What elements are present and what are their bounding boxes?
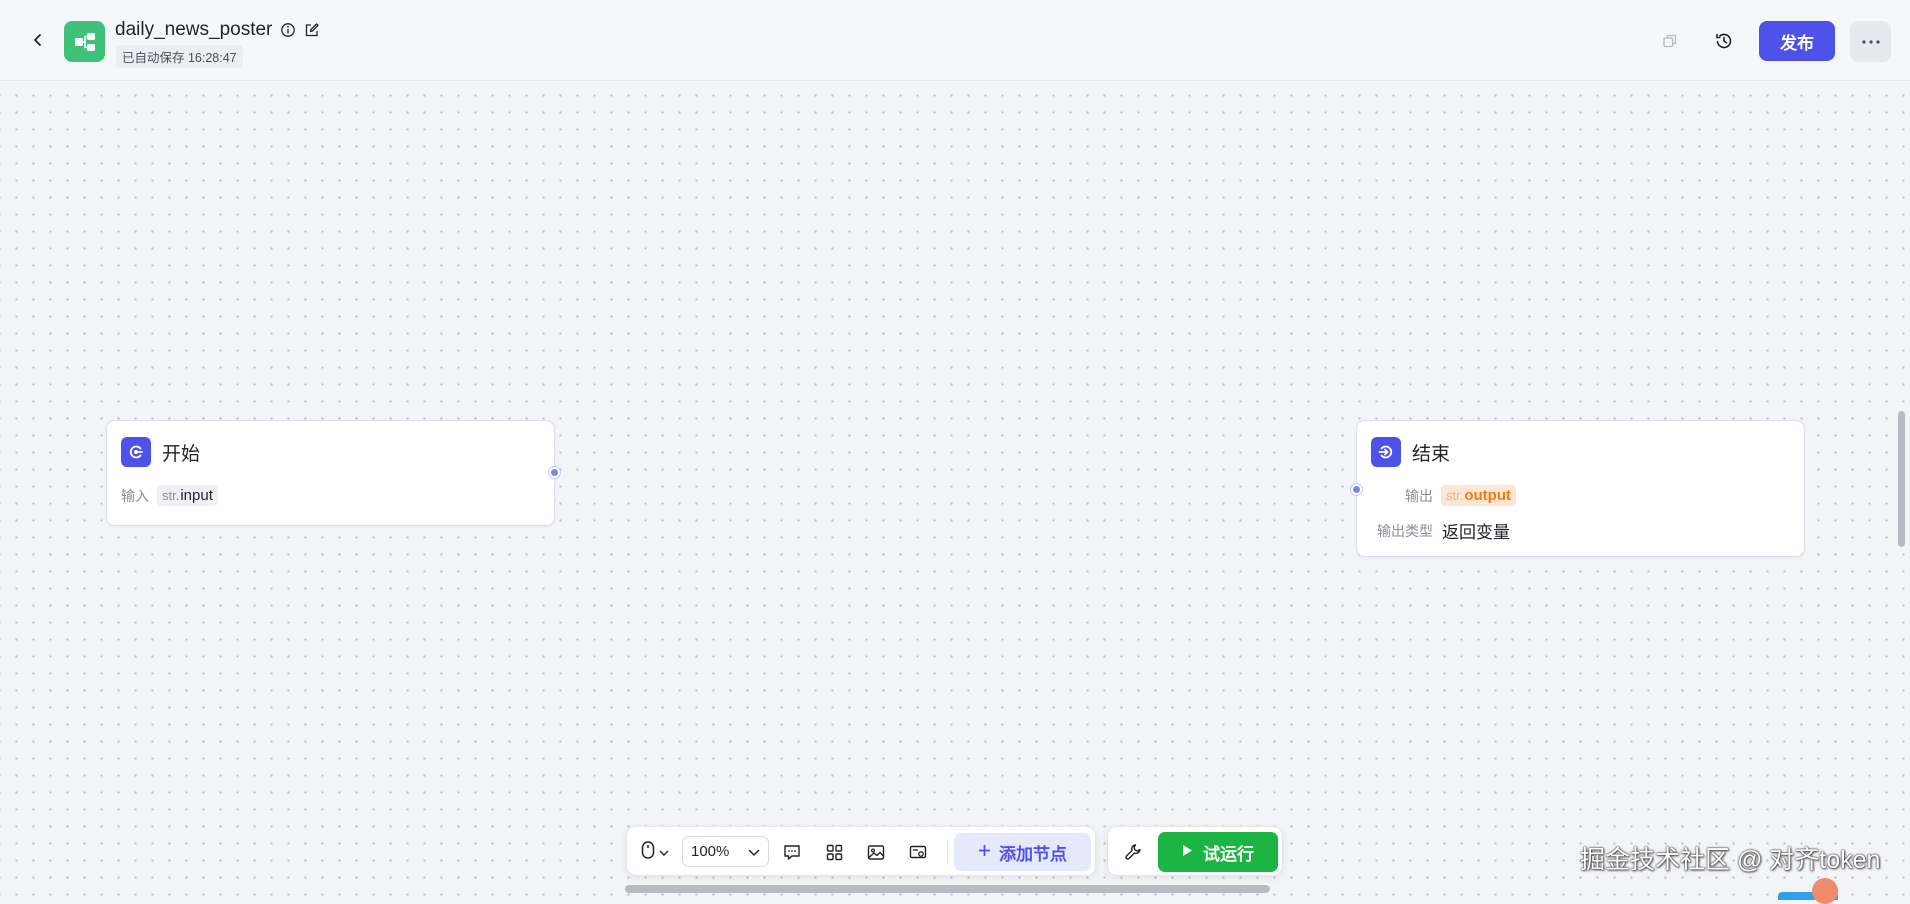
zoom-value: 100% (691, 843, 730, 860)
output-variable-tag: str. output (1441, 485, 1516, 506)
wrench-icon[interactable] (1118, 837, 1148, 867)
end-node-title: 结束 (1412, 443, 1451, 465)
comment-icon[interactable] (777, 837, 807, 867)
autosave-status: 已自动保存 16:28:47 (116, 45, 243, 68)
output-type-label: 输出类型 (1377, 522, 1433, 539)
back-icon[interactable] (24, 26, 52, 54)
output-type-value: 返回变量 (1442, 523, 1510, 542)
end-node[interactable]: 结束 输出 str. output 输出类型 返回变量 (1356, 420, 1805, 557)
output-label: 输出 (1405, 487, 1433, 504)
add-node-label: 添加节点 (999, 844, 1067, 864)
end-node-icon (1371, 437, 1401, 467)
plus-icon (978, 842, 991, 862)
canvas-toolbar: 100% 添加节点 (626, 826, 1096, 876)
history-icon[interactable] (1705, 22, 1743, 60)
start-node-title: 开始 (162, 443, 201, 465)
add-node-button[interactable]: 添加节点 (954, 833, 1091, 871)
workflow-canvas[interactable]: 开始 输入 str. input 结束 输出 str. output 输出类型 (0, 81, 1910, 904)
start-node-icon (121, 437, 151, 467)
chevron-down-icon (659, 843, 669, 861)
edit-icon[interactable] (304, 22, 320, 38)
start-output-port[interactable] (549, 467, 560, 478)
toolbar-divider (947, 841, 948, 863)
image-icon[interactable] (861, 837, 891, 867)
vertical-scrollbar[interactable] (1898, 411, 1905, 547)
mouse-mode-button[interactable] (635, 837, 675, 867)
top-bar: daily_news_poster 已自动保存 16:28:47 发布 (0, 0, 1910, 81)
floating-avatar[interactable] (1812, 878, 1838, 904)
more-icon[interactable] (1850, 21, 1891, 62)
workflow-icon (64, 21, 105, 62)
test-run-button[interactable]: 试运行 (1158, 832, 1278, 872)
mouse-icon (641, 840, 655, 864)
watermark: 掘金技术社区 @ 对齐token (1580, 846, 1881, 874)
input-variable-tag: str. input (157, 485, 218, 506)
zoom-select[interactable]: 100% (682, 836, 769, 867)
publish-button[interactable]: 发布 (1759, 21, 1835, 61)
app-name: daily_news_poster (115, 19, 273, 40)
chevron-down-icon (748, 843, 760, 860)
horizontal-scrollbar[interactable] (625, 885, 1270, 893)
page-title: daily_news_poster (115, 19, 320, 41)
test-run-label: 试运行 (1203, 844, 1254, 864)
grid-icon[interactable] (819, 837, 849, 867)
play-icon (1182, 842, 1193, 862)
screen-icon[interactable] (903, 837, 933, 867)
end-input-port[interactable] (1351, 484, 1362, 495)
copy-icon[interactable] (1651, 22, 1689, 60)
start-node[interactable]: 开始 输入 str. input (106, 420, 555, 526)
run-toolbar: 试运行 (1107, 826, 1283, 876)
info-icon[interactable] (280, 22, 296, 38)
input-label: 输入 (121, 487, 149, 504)
